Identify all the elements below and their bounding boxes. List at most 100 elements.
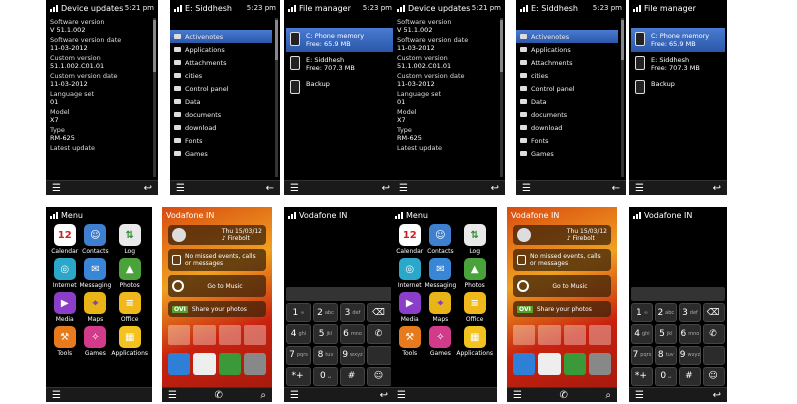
dial-key[interactable]: 9 wxyz [678, 345, 702, 365]
back-arrow-icon[interactable]: ← [266, 183, 274, 194]
folder-item[interactable]: download [516, 121, 618, 134]
app-applications[interactable]: ▦ Applications [456, 326, 493, 357]
options-menu-icon[interactable]: ☰ [290, 390, 299, 401]
dial-key[interactable]: ☺ [367, 366, 392, 386]
search-icon[interactable]: ⌕ [605, 390, 611, 401]
folder-icon[interactable] [588, 353, 611, 375]
drive-item[interactable]: C: Phone memory Free: 65.9 MB [286, 28, 394, 52]
dial-key[interactable]: 1 ∞ [286, 303, 311, 323]
options-menu-icon[interactable]: ☰ [52, 390, 61, 401]
app-log[interactable]: ⇅ Log [111, 224, 148, 255]
call-icon[interactable]: ✆ [214, 390, 222, 401]
app-games[interactable]: ✧ Games [424, 326, 456, 357]
chat-icon[interactable] [193, 353, 216, 375]
folder-item[interactable]: documents [516, 108, 618, 121]
app-messaging[interactable]: ✉ Messaging [424, 258, 456, 289]
folder-item[interactable]: Fonts [516, 134, 618, 147]
mail-icon[interactable] [513, 353, 536, 375]
contact-slot-icon[interactable] [218, 325, 241, 345]
maps-icon[interactable] [563, 353, 586, 375]
clock-widget[interactable]: Thu 15/03/12 ♪ Firebolt [168, 225, 266, 245]
notifications-widget[interactable]: No missed events, calls or messages [168, 249, 266, 271]
dial-key[interactable]: ☺ [703, 366, 725, 386]
scrollbar[interactable] [621, 18, 624, 177]
dial-key[interactable]: *+ [286, 366, 311, 386]
ovi-widget[interactable]: OVI Share your photos [168, 301, 266, 317]
app-games[interactable]: ✧ Games [79, 326, 111, 357]
folder-icon[interactable] [243, 353, 266, 375]
folder-item[interactable]: Games [516, 147, 618, 160]
folder-item[interactable]: Data [516, 95, 618, 108]
contact-slot-icon[interactable] [538, 325, 561, 345]
folder-item[interactable]: cities [516, 69, 618, 82]
app-internet[interactable]: ◎ Internet [395, 258, 424, 289]
dial-key[interactable]: # [678, 366, 702, 386]
dial-key[interactable]: 2 abc [313, 303, 338, 323]
dial-key[interactable]: 1 ∞ [631, 303, 653, 323]
back-icon[interactable]: ↩ [144, 183, 152, 194]
app-tools[interactable]: ⚒ Tools [50, 326, 79, 357]
app-photos[interactable]: ▲ Photos [456, 258, 493, 289]
scrollbar[interactable] [153, 18, 156, 177]
options-menu-icon[interactable]: ☰ [399, 183, 408, 194]
contact-slot-icon[interactable] [513, 325, 536, 345]
drive-item[interactable]: E: Siddhesh Free: 707.3 MB [631, 52, 725, 76]
options-menu-icon[interactable]: ☰ [522, 183, 531, 194]
app-photos[interactable]: ▲ Photos [111, 258, 148, 289]
back-icon[interactable]: ↩ [382, 183, 390, 194]
folder-item[interactable]: Attachments [170, 56, 272, 69]
dial-key[interactable]: 5 jkl [654, 324, 677, 344]
app-maps[interactable]: ⌖ Maps [79, 292, 111, 323]
back-arrow-icon[interactable]: ← [612, 183, 620, 194]
app-office[interactable]: ≡ Office [456, 292, 493, 323]
contact-slot-icon[interactable] [588, 325, 611, 345]
options-menu-icon[interactable]: ☰ [635, 183, 644, 194]
app-media[interactable]: ▶ Media [50, 292, 79, 323]
folder-item[interactable]: Data [170, 95, 272, 108]
dial-key[interactable]: 6 mno [678, 324, 702, 344]
app-contacts[interactable]: ☺ Contacts [79, 224, 111, 255]
dial-key[interactable]: 5 jkl [313, 324, 338, 344]
dial-key[interactable]: 4 ghi [286, 324, 311, 344]
app-calendar[interactable]: 12 Calendar [50, 224, 79, 255]
folder-item[interactable]: Games [170, 147, 272, 160]
folder-item[interactable]: Fonts [170, 134, 272, 147]
notifications-widget[interactable]: No missed events, calls or messages [513, 249, 611, 271]
number-input[interactable] [631, 287, 725, 301]
contact-slot-icon[interactable] [243, 325, 266, 345]
contact-slot-icon[interactable] [193, 325, 216, 345]
app-messaging[interactable]: ✉ Messaging [79, 258, 111, 289]
ovi-widget[interactable]: OVI Share your photos [513, 301, 611, 317]
app-office[interactable]: ≡ Office [111, 292, 148, 323]
dial-key[interactable]: ✆ [703, 324, 725, 344]
dial-key[interactable]: 9 wxyz [340, 345, 365, 365]
back-icon[interactable]: ↩ [713, 390, 721, 401]
dial-key[interactable]: 4 ghi [631, 324, 653, 344]
number-input[interactable] [286, 287, 392, 301]
folder-item[interactable]: Control panel [516, 82, 618, 95]
dial-key[interactable]: 8 tuv [313, 345, 338, 365]
maps-icon[interactable] [218, 353, 241, 375]
dial-key[interactable]: 3 def [678, 303, 702, 323]
options-menu-icon[interactable]: ☰ [290, 183, 299, 194]
dial-key[interactable]: ⌫ [367, 303, 392, 323]
dial-key[interactable]: 7 pqrs [631, 345, 653, 365]
app-contacts[interactable]: ☺ Contacts [424, 224, 456, 255]
options-menu-icon[interactable]: ☰ [635, 390, 644, 401]
scrollbar[interactable] [500, 18, 503, 177]
dial-key[interactable]: 2 abc [654, 303, 677, 323]
folder-item[interactable]: documents [170, 108, 272, 121]
clock-widget[interactable]: Thu 15/03/12 ♪ Firebolt [513, 225, 611, 245]
folder-item[interactable]: cities [170, 69, 272, 82]
back-icon[interactable]: ↩ [491, 183, 499, 194]
folder-item[interactable]: Control panel [170, 82, 272, 95]
drive-item[interactable]: Backup [631, 76, 725, 98]
options-menu-icon[interactable]: ☰ [513, 390, 522, 401]
app-log[interactable]: ⇅ Log [456, 224, 493, 255]
dial-key[interactable]: 0 ␣ [654, 366, 677, 386]
options-menu-icon[interactable]: ☰ [176, 183, 185, 194]
search-icon[interactable]: ⌕ [260, 390, 266, 401]
drive-item[interactable]: C: Phone memory Free: 65.9 MB [631, 28, 725, 52]
app-maps[interactable]: ⌖ Maps [424, 292, 456, 323]
dial-key[interactable]: 0 ␣ [313, 366, 338, 386]
